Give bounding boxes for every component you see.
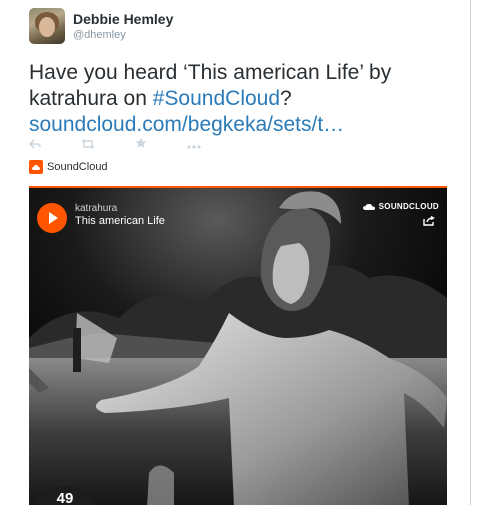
timeline-divider (470, 0, 471, 505)
soundcloud-brand-label: SOUNDCLOUD (378, 202, 439, 211)
more-icon[interactable] (187, 137, 201, 153)
hashtag-link[interactable]: #SoundCloud (153, 87, 280, 110)
play-button[interactable] (37, 203, 67, 233)
soundcloud-cloud-icon (362, 204, 375, 210)
card-source[interactable]: SoundCloud (29, 159, 108, 175)
tweet-actions (28, 137, 241, 153)
soundcloud-brand[interactable]: SOUNDCLOUD (362, 202, 439, 211)
star-icon[interactable] (135, 137, 147, 153)
avatar[interactable] (29, 8, 65, 44)
soundcloud-logo-icon (29, 160, 43, 174)
share-icon[interactable] (423, 216, 435, 226)
cover-photo (29, 188, 447, 505)
user-handle[interactable]: @dhemley (73, 29, 126, 41)
user-name[interactable]: Debbie Hemley (73, 11, 173, 27)
track-title[interactable]: This american Life (75, 215, 165, 227)
tweet-text-end: ? (280, 87, 292, 110)
reply-icon[interactable] (28, 137, 41, 153)
retweet-icon[interactable] (81, 137, 95, 153)
artist-name[interactable]: katrahura (75, 203, 117, 214)
soundcloud-player[interactable]: katrahura This american Life SOUNDCLOUD … (29, 186, 447, 505)
url-link[interactable]: soundcloud.com/begkeka/sets/t… (29, 113, 344, 136)
tweet-text: Have you heard ‘This american Life’ by k… (29, 60, 449, 138)
card-source-label: SoundCloud (47, 161, 108, 173)
